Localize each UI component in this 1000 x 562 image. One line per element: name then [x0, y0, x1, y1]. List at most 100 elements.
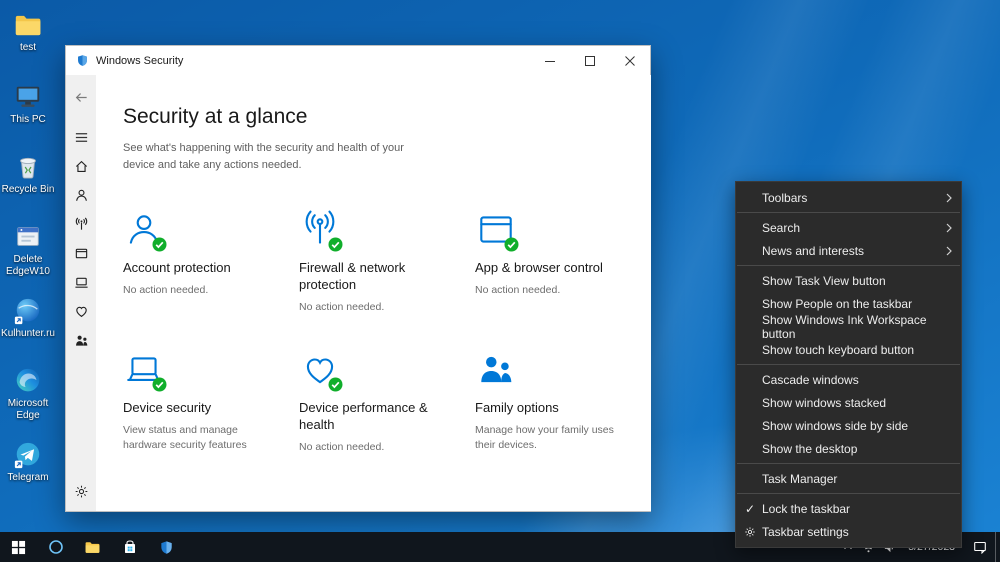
nav-firewall-network-icon[interactable]: [69, 212, 93, 236]
close-button[interactable]: [610, 46, 650, 75]
family-options-icon: [475, 349, 517, 391]
edge-icon: [13, 366, 43, 396]
menu-item-label: Taskbar settings: [762, 524, 849, 539]
windows-security-shield-icon: [76, 54, 89, 67]
account-protection-icon: [123, 209, 167, 252]
menu-item-show-touch-keyboard-button[interactable]: Show touch keyboard button: [736, 338, 961, 361]
tile-title: App & browser control: [475, 260, 603, 275]
menu-item-label: Show touch keyboard button: [762, 342, 915, 357]
tile-firewall-network-protection[interactable]: Firewall & network protection No action …: [299, 209, 475, 315]
desktop-icon-test[interactable]: test: [0, 10, 56, 54]
tile-title: Family options: [475, 400, 559, 415]
app-installer-icon: [13, 222, 43, 252]
security-tiles-grid: Account protection No action needed. Fir…: [123, 209, 651, 455]
tile-status: View status and manage hardware security…: [123, 423, 247, 452]
tile-app-browser-control[interactable]: App & browser control No action needed.: [475, 209, 651, 315]
nav-home-icon[interactable]: [69, 154, 93, 178]
security-at-a-glance-page: Security at a glance See what's happenin…: [96, 75, 651, 511]
menu-item-show-windows-side-by-side[interactable]: Show windows side by side: [736, 414, 961, 437]
folder-icon: [13, 10, 43, 40]
tile-title: Device performance & health: [299, 400, 428, 432]
menu-item-show-task-view-button[interactable]: Show Task View button: [736, 269, 961, 292]
show-desktop-button[interactable]: [995, 532, 1000, 562]
window-title: Windows Security: [96, 54, 184, 67]
tile-status: No action needed.: [475, 283, 561, 296]
menu-item-label: News and interests: [762, 243, 865, 258]
firewall-network-icon: [299, 209, 343, 252]
menu-separator: [737, 212, 960, 213]
minimize-button[interactable]: [530, 46, 570, 75]
menu-item-label: Cascade windows: [762, 372, 859, 387]
nav-device-security-icon[interactable]: [69, 270, 93, 294]
desktop-icon-this-pc[interactable]: This PC: [0, 82, 56, 126]
file-explorer-button[interactable]: [74, 532, 111, 562]
nav-account-protection-icon[interactable]: [69, 183, 93, 207]
tile-status: Manage how your family uses their device…: [475, 423, 614, 452]
start-button[interactable]: [0, 532, 37, 562]
menu-item-label: Show Windows Ink Workspace button: [762, 312, 927, 341]
desktop-icon-label: Microsoft Edge: [7, 398, 49, 421]
window-sidebar: [66, 75, 96, 511]
menu-item-show-windows-stacked[interactable]: Show windows stacked: [736, 391, 961, 414]
menu-item-news-and-interests[interactable]: News and interests: [736, 239, 961, 262]
desktop-icon-label: Delete EdgeW10: [6, 254, 50, 277]
menu-item-label: Show windows side by side: [762, 418, 909, 433]
menu-item-toolbars[interactable]: Toolbars: [736, 186, 961, 209]
menu-item-label: Show People on the taskbar: [762, 296, 913, 311]
chevron-right-icon: [946, 193, 952, 203]
desktop-icon-label: Recycle Bin: [1, 184, 55, 195]
tile-device-security[interactable]: Device security View status and manage h…: [123, 349, 299, 455]
check-icon: ✓: [744, 501, 756, 516]
menu-separator: [737, 364, 960, 365]
menu-item-label: Lock the taskbar: [762, 501, 851, 516]
tile-title: Account protection: [123, 260, 231, 275]
nav-family-options-icon[interactable]: [69, 328, 93, 352]
menu-item-show-windows-ink-workspace-button[interactable]: Show Windows Ink Workspace button: [736, 312, 961, 341]
maximize-button[interactable]: [570, 46, 610, 75]
browser-shortcut-icon: [13, 296, 43, 326]
device-security-icon: [123, 349, 167, 392]
page-subtitle: See what's happening with the security a…: [123, 142, 404, 171]
page-title: Security at a glance: [123, 105, 308, 128]
cortana-button[interactable]: [37, 532, 74, 562]
device-health-icon: [299, 349, 343, 392]
menu-toggle-button[interactable]: [69, 125, 93, 149]
tile-device-performance-health[interactable]: Device performance & health No action ne…: [299, 349, 475, 455]
action-center-icon[interactable]: [965, 532, 995, 562]
microsoft-store-button[interactable]: [111, 532, 148, 562]
app-browser-icon: [475, 209, 519, 252]
window-titlebar[interactable]: Windows Security: [66, 46, 650, 75]
nav-app-browser-icon[interactable]: [69, 241, 93, 265]
nav-device-health-icon[interactable]: [69, 299, 93, 323]
tile-status: No action needed.: [299, 300, 385, 313]
tile-account-protection[interactable]: Account protection No action needed.: [123, 209, 299, 315]
menu-item-search[interactable]: Search: [736, 216, 961, 239]
desktop-icon-telegram[interactable]: Telegram: [0, 440, 56, 484]
settings-gear-icon[interactable]: [69, 479, 93, 503]
menu-item-show-the-desktop[interactable]: Show the desktop: [736, 437, 961, 460]
windows-security-taskbar-button[interactable]: [148, 532, 185, 562]
chevron-right-icon: [946, 223, 952, 233]
gear-icon: [742, 526, 758, 538]
status-ok-icon: [152, 237, 167, 252]
this-pc-icon: [13, 82, 43, 112]
status-ok-icon: [328, 237, 343, 252]
recycle-bin-icon: [13, 152, 43, 182]
menu-item-taskbar-settings[interactable]: Taskbar settings: [736, 520, 961, 543]
desktop-icon-microsoft-edge[interactable]: Microsoft Edge: [0, 366, 56, 422]
desktop-icon-label: This PC: [10, 114, 46, 125]
tile-title: Firewall & network protection: [299, 260, 406, 292]
menu-item-label: Show the desktop: [762, 441, 858, 456]
menu-item-lock-the-taskbar[interactable]: ✓ Lock the taskbar: [736, 497, 961, 520]
menu-separator: [737, 493, 960, 494]
tile-family-options[interactable]: Family options Manage how your family us…: [475, 349, 651, 455]
menu-item-label: Task Manager: [762, 471, 838, 486]
menu-item-label: Show windows stacked: [762, 395, 887, 410]
desktop-icon-recycle-bin[interactable]: Recycle Bin: [0, 152, 56, 196]
desktop: { "desktop": { "icons": [ { "label": "te…: [0, 0, 1000, 562]
desktop-icon-delete-edgew10[interactable]: Delete EdgeW10: [0, 222, 56, 278]
menu-item-cascade-windows[interactable]: Cascade windows: [736, 368, 961, 391]
menu-item-task-manager[interactable]: Task Manager: [736, 467, 961, 490]
back-button[interactable]: [69, 85, 93, 109]
desktop-icon-kulhunter[interactable]: Kulhunter.ru: [0, 296, 56, 340]
